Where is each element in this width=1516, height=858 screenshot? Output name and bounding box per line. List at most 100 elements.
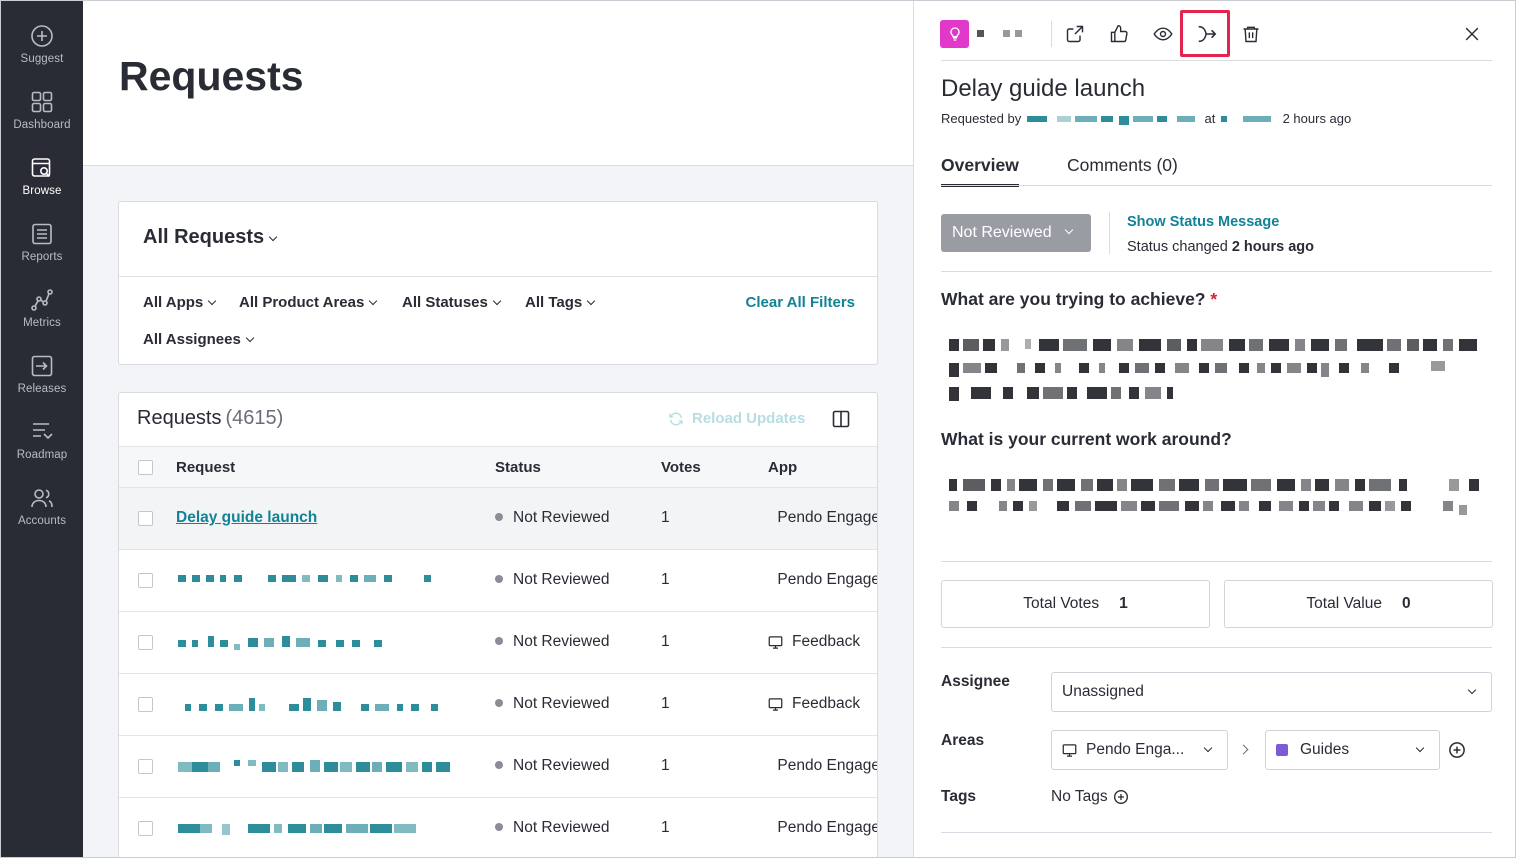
divider <box>941 832 1492 833</box>
app-cell: Feedback <box>768 633 860 651</box>
votes-cell: 1 <box>661 695 670 712</box>
show-status-message-link[interactable]: Show Status Message <box>1127 214 1279 230</box>
monitor-icon <box>768 635 783 649</box>
sidebar-item-label: Metrics <box>23 317 61 329</box>
column-header-status[interactable]: Status <box>495 459 541 476</box>
status-cell: Not Reviewed <box>495 509 610 527</box>
sidebar-item-browse[interactable]: Browse <box>1 151 83 213</box>
tags-field[interactable]: No Tags <box>1051 788 1129 806</box>
status-dot <box>495 637 503 645</box>
area-app-select[interactable]: Pendo Enga... <box>1051 730 1228 770</box>
request-link[interactable]: Delay guide launch <box>176 509 317 527</box>
redacted-name[interactable] <box>1026 115 1199 125</box>
page-header: Requests <box>83 1 913 166</box>
table-title: Requests (4615) <box>137 407 284 429</box>
status-cell: Not Reviewed <box>495 571 610 589</box>
status-dot <box>495 575 503 583</box>
close-icon[interactable] <box>1459 21 1485 47</box>
table-row[interactable]: Delay guide launch Not Reviewed 1 Pendo … <box>119 488 877 550</box>
filter-view-dropdown[interactable]: All Requests <box>143 226 278 249</box>
table-row[interactable]: Not Reviewed 1 Feedback <box>119 612 877 674</box>
sidebar-item-accounts[interactable]: Accounts <box>1 481 83 543</box>
select-all-checkbox[interactable] <box>138 460 153 475</box>
eye-icon[interactable] <box>1150 21 1176 47</box>
lightbulb-icon <box>940 20 969 48</box>
sidebar-item-roadmap[interactable]: Roadmap <box>1 415 83 477</box>
redacted-text <box>178 760 450 772</box>
redacted-date <box>1220 115 1271 122</box>
monitor-icon <box>1062 743 1077 757</box>
product-area-select[interactable]: Guides <box>1265 730 1440 770</box>
votes-cell: 1 <box>661 633 670 650</box>
assignee-select[interactable]: Unassigned <box>1051 672 1492 712</box>
filter-statuses[interactable]: All Statuses <box>402 294 502 311</box>
tab-comments[interactable]: Comments (0) <box>1067 155 1178 184</box>
row-checkbox[interactable] <box>138 697 153 712</box>
redacted-answer-text <box>949 479 1479 515</box>
chevron-down-icon <box>1203 743 1213 753</box>
sidebar-item-metrics[interactable]: Metrics <box>1 283 83 345</box>
chevron-right-icon <box>1238 744 1249 755</box>
filter-tags[interactable]: All Tags <box>525 294 596 311</box>
total-value-box: Total Value 0 <box>1224 580 1493 628</box>
sidebar-item-label: Reports <box>21 251 63 263</box>
sidebar: Suggest Dashboard Browse Reports Metrics <box>1 1 83 857</box>
table-row[interactable]: Not Reviewed 1 Pendo Engage <box>119 798 877 857</box>
status-dot <box>495 513 503 521</box>
question-workaround-label: What is your current work around? <box>941 429 1232 449</box>
filter-apps[interactable]: All Apps <box>143 294 217 311</box>
column-header-app[interactable]: App <box>768 459 797 476</box>
redacted-answer-text <box>949 339 1477 401</box>
toolbar-separator <box>1051 21 1052 47</box>
total-votes-box: Total Votes 1 <box>941 580 1210 628</box>
plus-circle-icon <box>29 23 55 49</box>
redacted-text <box>178 824 416 835</box>
tab-overview[interactable]: Overview <box>941 155 1019 187</box>
areas-label: Areas <box>941 732 985 749</box>
area-color-swatch <box>1276 744 1288 756</box>
trash-icon[interactable] <box>1238 21 1264 47</box>
reload-updates-button[interactable]: Reload Updates <box>668 410 805 427</box>
app-cell: Pendo Engage <box>768 509 878 526</box>
table-row[interactable]: Not Reviewed 1 Pendo Engage <box>119 736 877 798</box>
filter-assignees[interactable]: All Assignees <box>143 331 255 348</box>
row-checkbox[interactable] <box>138 511 153 526</box>
row-checkbox[interactable] <box>138 821 153 836</box>
chevron-down-icon <box>586 296 596 306</box>
sidebar-item-label: Roadmap <box>16 449 68 461</box>
sidebar-item-releases[interactable]: Releases <box>1 349 83 411</box>
column-header-request[interactable]: Request <box>176 459 235 476</box>
main-body: All Requests All Apps All Product Areas … <box>83 166 913 857</box>
filter-product-areas[interactable]: All Product Areas <box>239 294 378 311</box>
app-cell: Pendo Engage <box>768 571 878 588</box>
sidebar-item-label: Browse <box>22 185 62 197</box>
assignee-label: Assignee <box>941 673 1010 690</box>
open-external-icon[interactable] <box>1062 21 1088 47</box>
chevron-down-icon <box>1064 225 1073 235</box>
add-tag-icon <box>1113 790 1128 804</box>
table-row[interactable]: Not Reviewed 1 Feedback <box>119 674 877 736</box>
row-checkbox[interactable] <box>138 635 153 650</box>
table-row[interactable]: Not Reviewed 1 Pendo Engage <box>119 550 877 612</box>
redacted-text <box>178 575 431 582</box>
highlight-box <box>1180 10 1230 57</box>
chevron-down-icon <box>268 232 278 242</box>
status-dropdown[interactable]: Not Reviewed <box>941 214 1091 252</box>
grid-icon <box>29 89 55 115</box>
app-cell: Feedback <box>768 695 860 713</box>
column-header-votes[interactable]: Votes <box>661 459 701 476</box>
sidebar-item-reports[interactable]: Reports <box>1 217 83 279</box>
table-header-bar: Requests (4615) Reload Updates <box>119 393 877 446</box>
sidebar-item-label: Suggest <box>20 53 64 65</box>
redacted-text <box>185 698 438 711</box>
thumbs-up-icon[interactable] <box>1106 21 1132 47</box>
row-checkbox[interactable] <box>138 759 153 774</box>
browse-search-icon <box>29 155 55 181</box>
request-meta: Requested by at 2 hours ago <box>941 111 1352 126</box>
columns-icon[interactable] <box>832 410 850 433</box>
clear-all-filters-link[interactable]: Clear All Filters <box>746 294 855 311</box>
add-area-icon[interactable] <box>1448 741 1466 764</box>
sidebar-item-dashboard[interactable]: Dashboard <box>1 85 83 147</box>
sidebar-item-suggest[interactable]: Suggest <box>1 19 83 81</box>
row-checkbox[interactable] <box>138 573 153 588</box>
